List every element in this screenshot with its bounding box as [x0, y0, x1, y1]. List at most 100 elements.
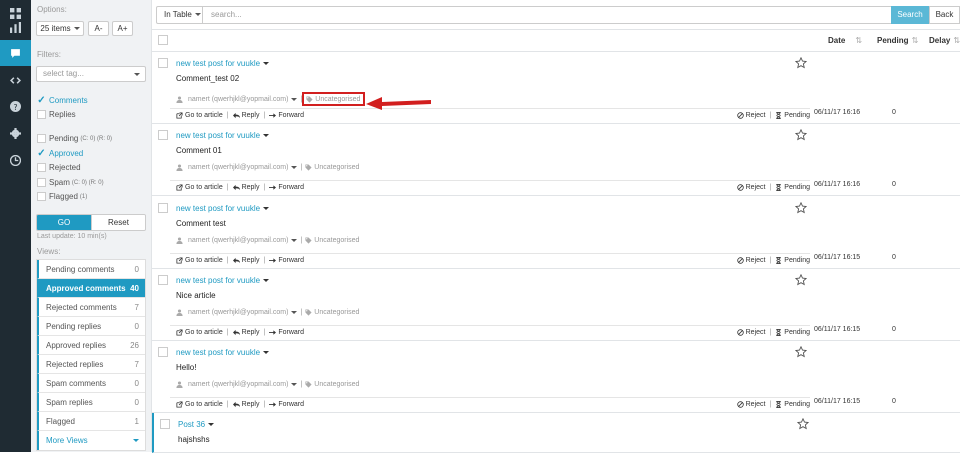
row-checkbox[interactable] [158, 347, 168, 357]
star-icon[interactable] [795, 274, 807, 286]
font-larger-button[interactable]: A+ [112, 21, 133, 36]
go-to-article-link[interactable]: Go to article [176, 184, 223, 191]
forward-button[interactable]: Forward [269, 112, 304, 119]
back-button[interactable]: Back [929, 6, 960, 24]
reject-button[interactable]: Reject [736, 184, 765, 191]
chevron-down-icon[interactable] [291, 239, 298, 242]
reply-button[interactable]: Reply [232, 184, 259, 191]
view-item[interactable]: Rejected replies 7 [37, 355, 145, 374]
go-to-article-link[interactable]: Go to article [176, 112, 223, 119]
filter-pending[interactable]: Pending (C: 0) (R: 0) [37, 134, 112, 143]
category-tag[interactable]: Uncategorised [305, 237, 359, 244]
author-email[interactable]: namert (qwerhjkl@yopmail.com) [188, 381, 288, 388]
filter-replies[interactable]: Replies [37, 110, 76, 119]
view-item[interactable]: Rejected comments 7 [37, 298, 145, 317]
forward-button[interactable]: Forward [269, 257, 304, 264]
chevron-down-icon[interactable] [291, 383, 298, 386]
forward-button[interactable]: Forward [269, 329, 304, 336]
star-icon[interactable] [795, 129, 807, 141]
post-title-link[interactable]: new test post for vuukle [176, 131, 270, 140]
checkbox[interactable] [37, 178, 46, 187]
help-icon[interactable]: ? [0, 93, 31, 119]
analytics-icon[interactable] [0, 14, 31, 40]
category-tag[interactable]: Uncategorised [305, 309, 359, 316]
view-item[interactable]: Pending comments 0 [37, 260, 145, 279]
go-to-article-link[interactable]: Go to article [176, 257, 223, 264]
view-mode-select[interactable]: In Table [156, 6, 203, 24]
star-icon[interactable] [797, 418, 809, 430]
select-all-checkbox[interactable] [158, 35, 168, 45]
reject-button[interactable]: Reject [736, 401, 765, 408]
forward-button[interactable]: Forward [269, 401, 304, 408]
go-to-article-link[interactable]: Go to article [176, 329, 223, 336]
view-item[interactable]: Spam comments 0 [37, 374, 145, 393]
reply-button[interactable]: Reply [232, 401, 259, 408]
reject-button[interactable]: Reject [736, 329, 765, 336]
pending-button[interactable]: Pending [775, 112, 810, 119]
pending-button[interactable]: Pending [775, 257, 810, 264]
reject-button[interactable]: Reject [736, 257, 765, 264]
post-title-link[interactable]: Post 36 [178, 420, 215, 429]
filter-rejected[interactable]: Rejected [37, 163, 81, 172]
search-input[interactable]: search... [203, 6, 892, 24]
star-icon[interactable] [795, 346, 807, 358]
pending-button[interactable]: Pending [775, 184, 810, 191]
author-email[interactable]: namert (qwerhjkl@yopmail.com) [188, 309, 288, 316]
row-checkbox[interactable] [158, 203, 168, 213]
search-button[interactable]: Search [891, 6, 929, 24]
font-smaller-button[interactable]: A- [88, 21, 109, 36]
row-checkbox[interactable] [160, 419, 170, 429]
column-pending[interactable]: Pending ⇅ [877, 36, 918, 45]
filter-flagged[interactable]: Flagged (1) [37, 192, 87, 201]
comments-icon[interactable] [0, 40, 31, 66]
items-per-page-select[interactable]: 25 items [36, 21, 84, 36]
author-email[interactable]: namert (qwerhjkl@yopmail.com) [188, 96, 288, 103]
view-item[interactable]: Spam replies 0 [37, 393, 145, 412]
filter-spam[interactable]: Spam (C: 0) (R: 0) [37, 178, 104, 187]
reply-button[interactable]: Reply [232, 329, 259, 336]
row-checkbox[interactable] [158, 130, 168, 140]
filter-approved[interactable]: ✓ Approved [37, 149, 83, 159]
reply-button[interactable]: Reply [232, 112, 259, 119]
filter-comments[interactable]: ✓ Comments [37, 96, 87, 106]
post-title-link[interactable]: new test post for vuukle [176, 276, 270, 285]
category-tag[interactable]: Uncategorised [302, 92, 366, 106]
go-to-article-link[interactable]: Go to article [176, 401, 223, 408]
post-title-link[interactable]: new test post for vuukle [176, 348, 270, 357]
go-button[interactable]: GO [37, 215, 91, 230]
reply-button[interactable]: Reply [232, 257, 259, 264]
column-delay[interactable]: Delay ⇅ [929, 36, 960, 45]
chevron-down-icon[interactable] [291, 166, 298, 169]
pending-button[interactable]: Pending [775, 401, 810, 408]
post-title-link[interactable]: new test post for vuukle [176, 59, 270, 68]
settings-gear-icon[interactable] [0, 120, 31, 146]
view-item[interactable]: Approved replies 26 [37, 336, 145, 355]
view-item[interactable]: Approved comments 40 [37, 279, 145, 298]
code-icon[interactable] [0, 67, 31, 93]
star-icon[interactable] [795, 202, 807, 214]
category-tag[interactable]: Uncategorised [305, 381, 359, 388]
chevron-down-icon[interactable] [291, 97, 298, 101]
row-checkbox[interactable] [158, 275, 168, 285]
checkbox[interactable] [37, 163, 46, 172]
checkbox[interactable] [37, 110, 46, 119]
author-email[interactable]: namert (qwerhjkl@yopmail.com) [188, 237, 288, 244]
column-date[interactable]: Date ⇅ [828, 36, 862, 45]
reject-button[interactable]: Reject [736, 112, 765, 119]
reset-button[interactable]: Reset [90, 215, 145, 230]
checkbox[interactable] [37, 134, 46, 143]
history-clock-icon[interactable] [0, 147, 31, 173]
row-checkbox[interactable] [158, 58, 168, 68]
post-title-link[interactable]: new test post for vuukle [176, 204, 270, 213]
author-email[interactable]: namert (qwerhjkl@yopmail.com) [188, 164, 288, 171]
checkbox[interactable] [37, 192, 46, 201]
category-tag[interactable]: Uncategorised [305, 164, 359, 171]
star-icon[interactable] [795, 57, 807, 69]
view-item[interactable]: Pending replies 0 [37, 317, 145, 336]
tag-filter-select[interactable]: select tag... [36, 66, 146, 82]
pending-button[interactable]: Pending [775, 329, 810, 336]
more-views-link[interactable]: More Views [37, 431, 145, 450]
chevron-down-icon[interactable] [291, 311, 298, 314]
forward-button[interactable]: Forward [269, 184, 304, 191]
view-item[interactable]: Flagged 1 [37, 412, 145, 431]
